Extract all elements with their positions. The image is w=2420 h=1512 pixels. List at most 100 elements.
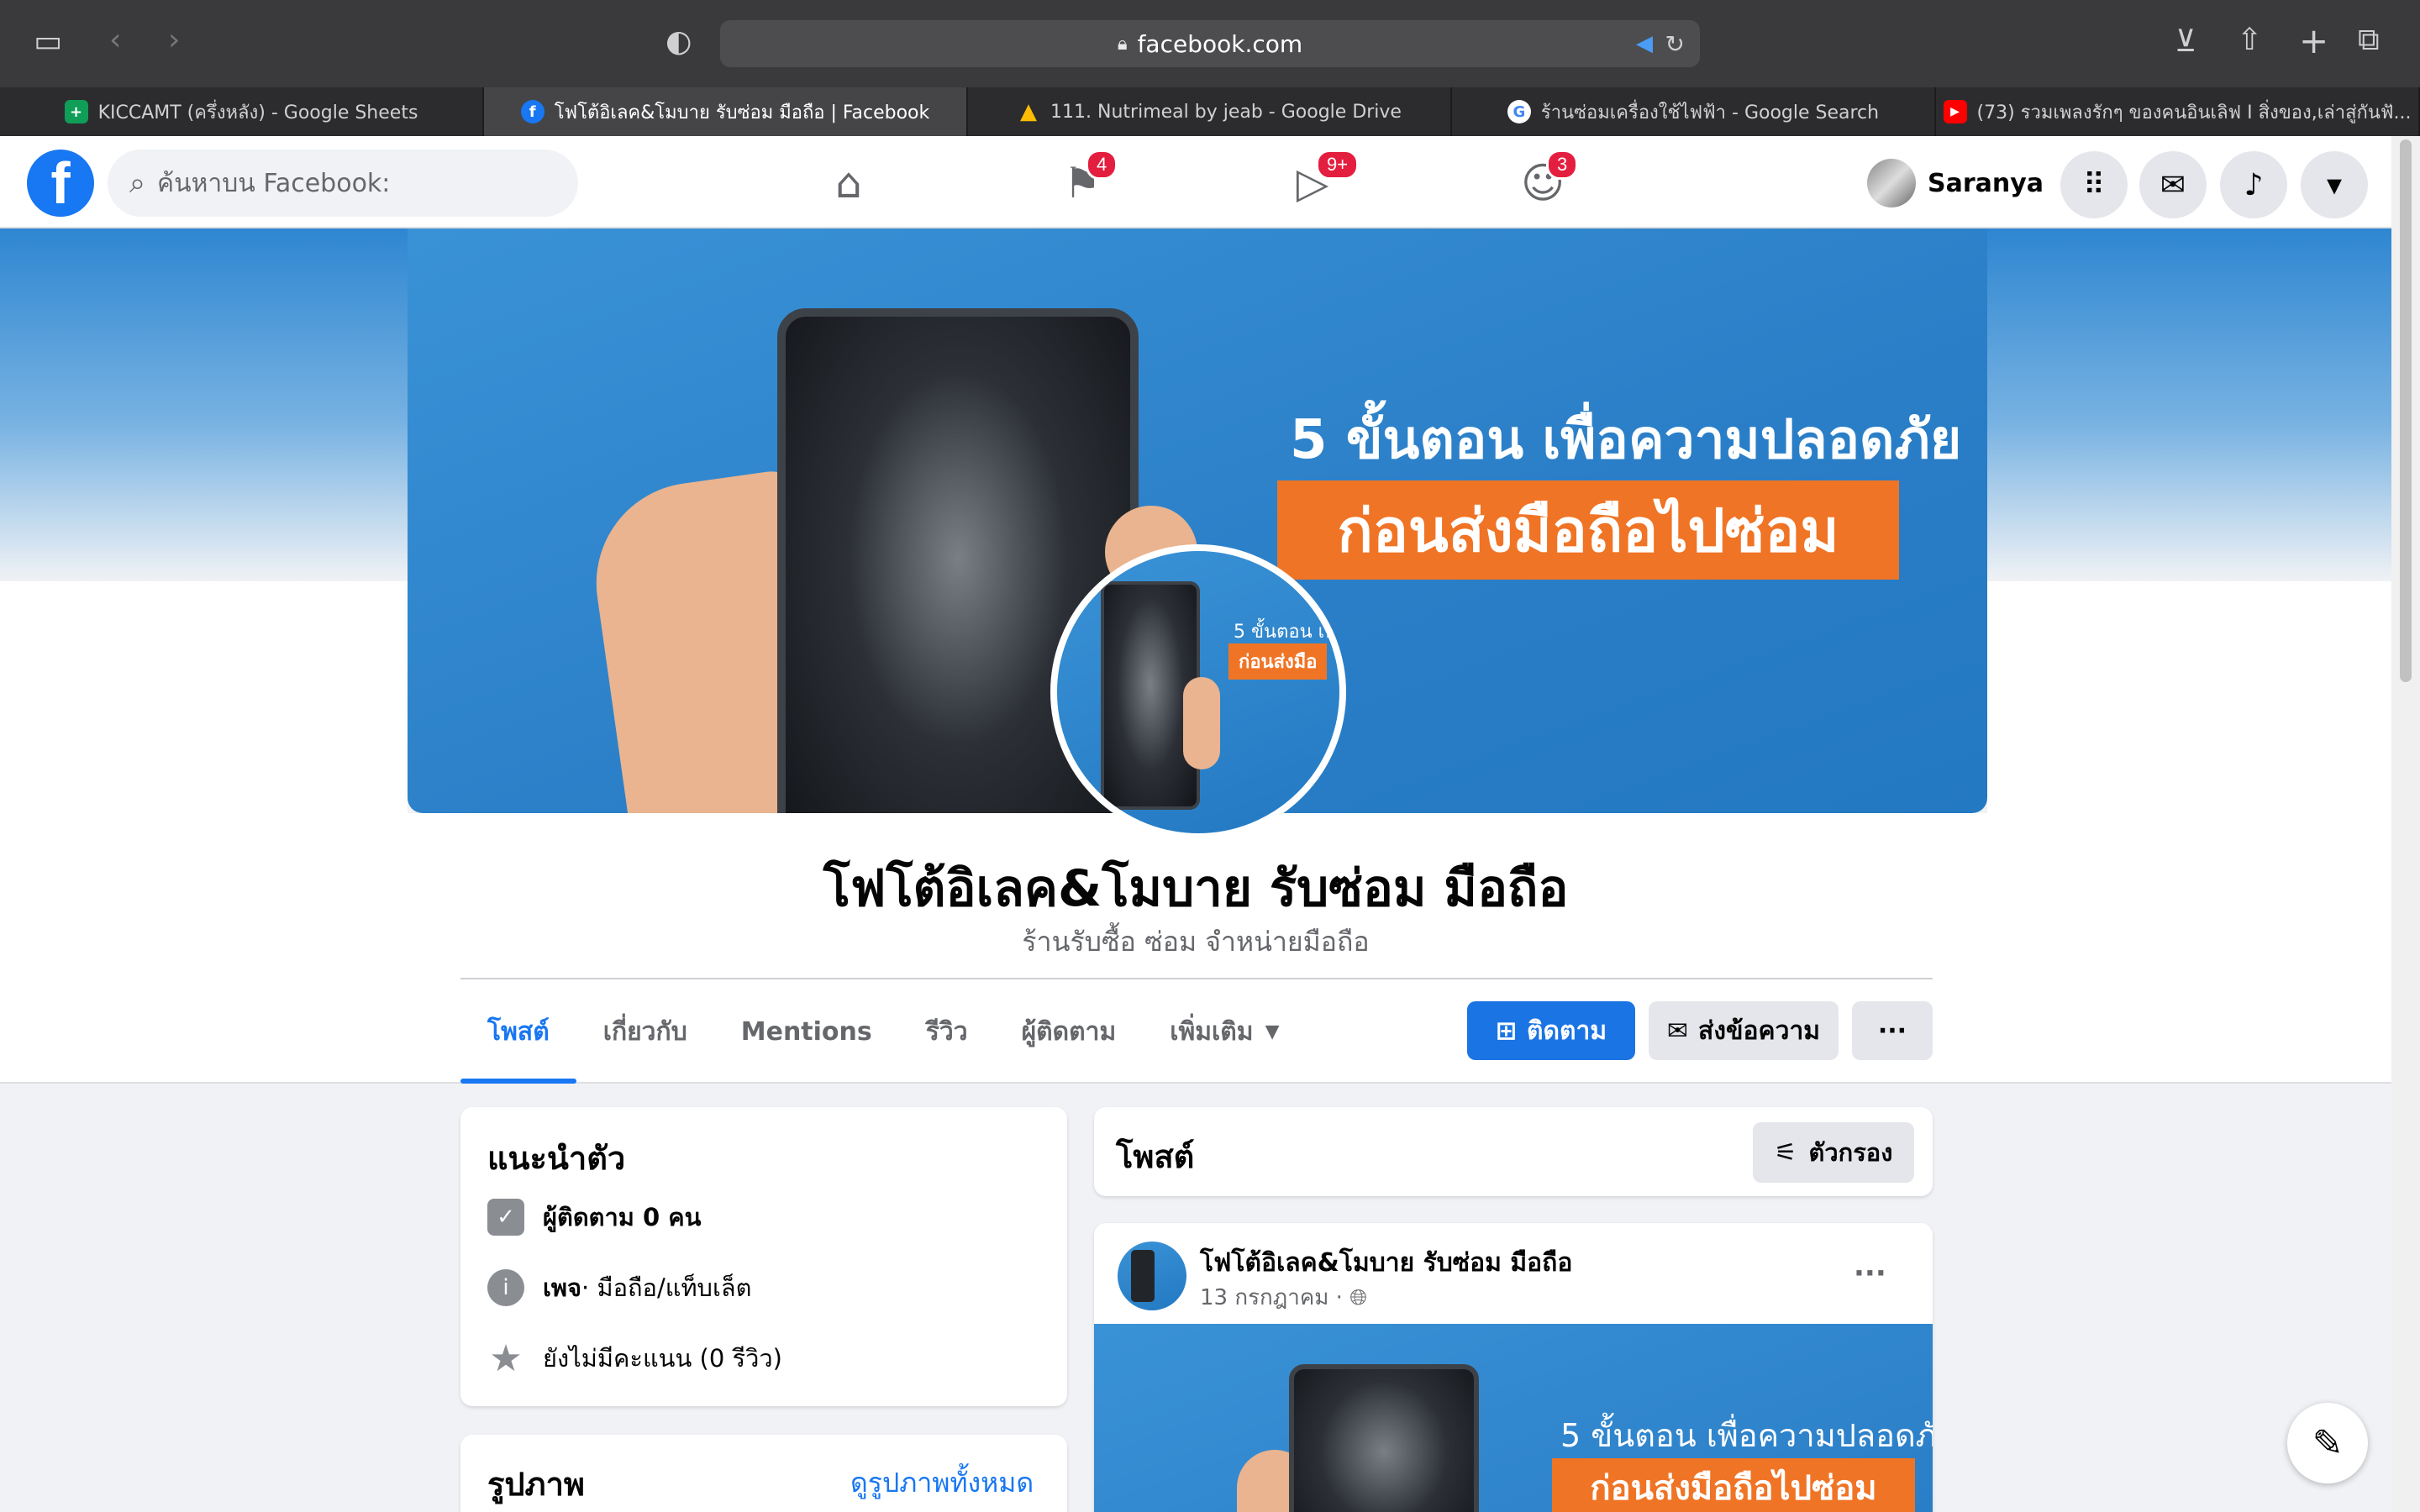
back-icon[interactable]: ‹	[109, 25, 121, 55]
tab-label: (73) รวมเพลงรักๆ ของคนอินเลิฟ I สิ่งของ,…	[1976, 102, 2412, 123]
filter-label: ตัวกรอง	[1808, 1138, 1893, 1167]
tab-google-drive[interactable]: ▲ 111. Nutrimeal by jeab - Google Drive	[968, 87, 1452, 136]
rating-text: ยังไม่มีคะแนน (0 รีวิว)	[543, 1344, 782, 1373]
google-drive-icon: ▲	[1020, 99, 1038, 124]
scrollbar-thumb[interactable]	[2400, 139, 2412, 682]
facebook-icon: f	[520, 100, 544, 123]
tab-label: KICCAMT (ครึ่งหลัง) - Google Sheets	[97, 102, 418, 123]
tab-label: โฟโต้อิเลค&โมบาย รับซ่อม มือถือ | Facebo…	[554, 102, 930, 123]
menu-grid-icon[interactable]: ⠿	[2060, 151, 2128, 218]
messenger-icon: ✉	[1666, 1016, 1689, 1046]
messenger-icon[interactable]: ✉	[2139, 151, 2207, 218]
see-all-photos-link[interactable]: ดูรูปภาพทั้งหมด	[850, 1462, 1034, 1504]
lock-icon: 🔒︎	[1117, 33, 1128, 55]
caret-down-icon: ▼	[1265, 1021, 1280, 1042]
pages-flag-icon[interactable]: ⚑ 4	[1049, 150, 1118, 213]
post-author-name[interactable]: โฟโต้อิเลค&โมบาย รับซ่อม มือถือ	[1200, 1243, 1572, 1283]
search-placeholder: ค้นหาบน Facebook:	[157, 168, 391, 198]
tab-about[interactable]: เกี่ยวกับ	[576, 979, 714, 1084]
tab-label: 111. Nutrimeal by jeab - Google Drive	[1050, 101, 1402, 123]
watch-badge: 9+	[1316, 150, 1360, 180]
tab-bar: + KICCAMT (ครึ่งหลัง) - Google Sheets f …	[0, 87, 2420, 136]
tab-posts[interactable]: โพสต์	[460, 979, 576, 1084]
send-message-button[interactable]: ✉ ส่งข้อความ	[1649, 1001, 1839, 1060]
post-options-icon[interactable]: ···	[1854, 1257, 1886, 1290]
post-date[interactable]: 13 กรกฎาคม	[1200, 1285, 1328, 1310]
followers-text: ผู้ติดตาม 0 คน	[543, 1203, 702, 1231]
photos-title: รูปภาพ	[487, 1466, 585, 1503]
notifications-bell-icon[interactable]: ♪	[2220, 151, 2287, 218]
tab-overview-icon[interactable]: ⧉	[2358, 25, 2380, 55]
avatar	[1867, 159, 1916, 207]
post-image-headline: 5 ขั้นตอน เพื่อความปลอดภัย	[1560, 1417, 1933, 1454]
new-tab-icon[interactable]: +	[2299, 24, 2328, 59]
tab-more[interactable]: เพิ่มเติม ▼	[1143, 979, 1306, 1084]
tab-youtube[interactable]: ▶ (73) รวมเพลงรักๆ ของคนอินเลิฟ I สิ่งขอ…	[1936, 87, 2420, 136]
groups-icon[interactable]: ☺ 3	[1509, 150, 1579, 213]
follow-label: ติดตาม	[1527, 1016, 1607, 1046]
address-bar[interactable]: 🔒︎ facebook.com ◀︎ ↻	[720, 20, 1700, 67]
tab-more-label: เพิ่มเติม	[1170, 1016, 1254, 1047]
avatar-headline: 5 ขั้นตอน เพื่	[1234, 622, 1337, 643]
star-icon: ★	[489, 1336, 523, 1380]
hand-graphic	[1183, 677, 1220, 769]
profile-name: Saranya	[1928, 168, 2044, 198]
avatar-banner: ก่อนส่งมือ	[1228, 643, 1328, 680]
post-author-avatar[interactable]	[1118, 1242, 1186, 1310]
reload-icon[interactable]: ↻	[1665, 30, 1685, 58]
followers-icon: ✓	[487, 1199, 524, 1236]
profile-shortcut[interactable]: Saranya	[1867, 156, 2044, 210]
post-image-banner: ก่อนส่งมือถือไปซ่อม	[1552, 1458, 1915, 1512]
cover-side-right	[1987, 581, 2391, 813]
tab-google-sheets[interactable]: + KICCAMT (ครึ่งหลัง) - Google Sheets	[0, 87, 484, 136]
cover-side-left	[0, 581, 408, 813]
tab-google-search[interactable]: G ร้านซ่อมเครื่องใช้ไฟฟ้า - Google Searc…	[1452, 87, 1936, 136]
followers-row: ✓ ผู้ติดตาม 0 คน	[487, 1198, 702, 1236]
post-image[interactable]: 5 ขั้นตอน เพื่อความปลอดภัย ก่อนส่งมือถือ…	[1094, 1324, 1933, 1512]
page-title: โฟโต้อิเลค&โมบาย รับซ่อม มือถือ	[823, 859, 1569, 918]
page-category: ร้านรับซื้อ ซ่อม จำหน่ายมือถือ	[1022, 926, 1370, 958]
tab-followers[interactable]: ผู้ติดตาม	[995, 979, 1144, 1084]
pages-badge: 4	[1086, 150, 1118, 180]
page-profile-picture[interactable]: 5 ขั้นตอน เพื่ ก่อนส่งมือ	[1050, 544, 1346, 840]
privacy-shield-icon[interactable]: ◐	[666, 27, 692, 57]
google-sheets-icon: +	[64, 100, 88, 123]
speaker-icon[interactable]: ◀︎	[1636, 31, 1653, 56]
page-type-label: เพจ	[543, 1273, 582, 1302]
downloads-icon[interactable]: ⊻	[2175, 27, 2196, 57]
globe-icon: 🌐︎	[1349, 1285, 1367, 1310]
tab-label: ร้านซ่อมเครื่องใช้ไฟฟ้า - Google Search	[1540, 102, 1880, 123]
intro-card: แนะนำตัว ✓ ผู้ติดตาม 0 คน i เพจ · มือถือ…	[460, 1107, 1067, 1406]
groups-badge: 3	[1546, 150, 1579, 180]
page-info-row: i เพจ · มือถือ/แท็บเล็ต	[487, 1268, 751, 1307]
photos-card: รูปภาพ ดูรูปภาพทั้งหมด	[460, 1435, 1067, 1512]
search-input[interactable]: ⌕ ค้นหาบน Facebook:	[108, 150, 578, 217]
tab-reviews[interactable]: รีวิว	[899, 979, 995, 1084]
rating-row: ★ ยังไม่มีคะแนน (0 รีวิว)	[487, 1336, 782, 1380]
search-icon: ⌕	[129, 166, 146, 200]
url-text: facebook.com	[1137, 29, 1303, 58]
cover-banner: ก่อนส่งมือถือไปซ่อม	[1277, 480, 1899, 580]
post-meta: 13 กรกฎาคม · 🌐︎	[1200, 1280, 1367, 1315]
posts-title: โพสต์	[1116, 1138, 1195, 1175]
google-icon: G	[1507, 100, 1531, 123]
home-icon[interactable]: ⌂	[815, 153, 882, 213]
more-options-button[interactable]: ···	[1852, 1001, 1933, 1060]
tab-facebook[interactable]: f โฟโต้อิเลค&โมบาย รับซ่อม มือถือ | Face…	[484, 87, 968, 136]
account-menu-icon[interactable]: ▾	[2301, 151, 2368, 218]
watch-icon[interactable]: ▷ 9+	[1279, 150, 1360, 213]
phone-graphic	[1131, 1250, 1155, 1302]
filter-button[interactable]: ⚟ ตัวกรอง	[1753, 1122, 1914, 1183]
tab-mentions[interactable]: Mentions	[714, 979, 899, 1084]
page-category-text[interactable]: · มือถือ/แท็บเล็ต	[581, 1268, 751, 1307]
compose-message-icon[interactable]: ✎	[2287, 1403, 2368, 1483]
forward-icon[interactable]: ›	[168, 25, 180, 55]
sidebar-toggle-icon[interactable]: ▭	[34, 27, 62, 57]
share-icon[interactable]: ⇧	[2237, 25, 2262, 55]
page-tabs: โพสต์ เกี่ยวกับ Mentions รีวิว ผู้ติดตาม…	[460, 979, 1306, 1084]
follow-button[interactable]: ⊞ ติดตาม	[1467, 1001, 1635, 1060]
facebook-logo-icon[interactable]: f	[27, 150, 94, 217]
intro-title: แนะนำตัว	[487, 1140, 626, 1177]
follow-icon: ⊞	[1495, 1016, 1518, 1046]
broken-phone-graphic	[1289, 1364, 1479, 1512]
